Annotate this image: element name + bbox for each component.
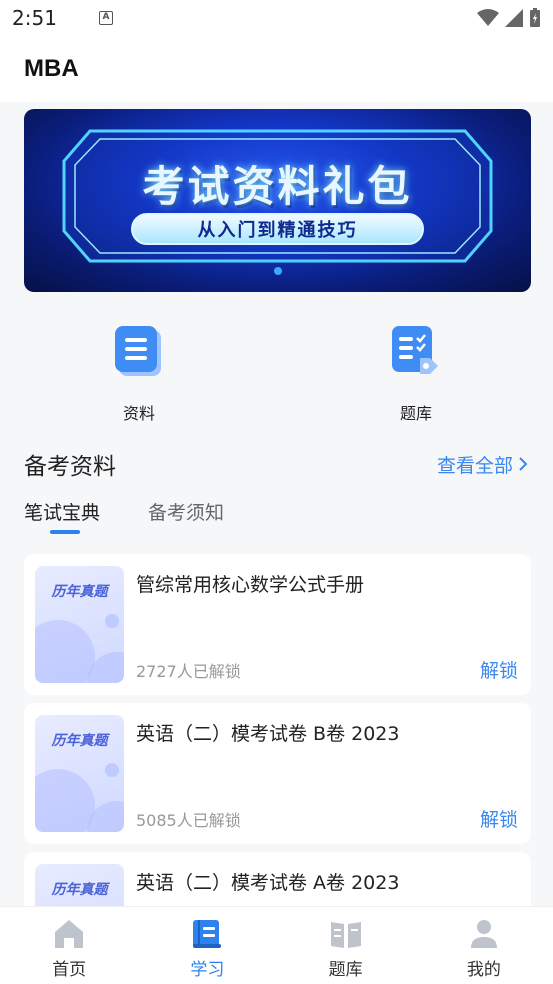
view-all-link[interactable]: 查看全部 — [437, 451, 529, 478]
page-title: MBA — [24, 55, 79, 82]
battery-icon — [530, 8, 540, 27]
chevron-right-icon — [519, 457, 528, 471]
document-list-icon — [115, 326, 161, 376]
card-thumbnail: 历年真题 — [35, 715, 124, 832]
tab-written-exam[interactable]: 笔试宝典 — [24, 498, 100, 538]
nav-item-study[interactable]: 学习 — [138, 907, 276, 984]
section-title: 备考资料 — [24, 454, 116, 480]
card-title: 管综常用核心数学公式手册 — [136, 574, 365, 596]
quick-item-question-bank[interactable]: 题库 — [366, 318, 466, 424]
card-title: 英语（二）模考试卷 A卷 2023 — [136, 872, 400, 894]
material-tabs: 笔试宝典 备考须知 — [24, 498, 224, 538]
nav-label-question-bank: 题库 — [328, 960, 363, 980]
home-icon — [55, 920, 84, 948]
nav-item-home[interactable]: 首页 — [0, 907, 138, 984]
banner-title: 考试资料礼包 — [142, 162, 413, 211]
quick-entries: 资料 题库 — [0, 318, 553, 423]
status-time: 2:51 — [12, 6, 57, 30]
keyboard-icon: A — [98, 11, 113, 25]
quick-item-materials[interactable]: 资料 — [89, 318, 189, 424]
signal-icon — [505, 9, 523, 27]
bottom-nav: 首页 学习 题库 我的 — [0, 906, 553, 984]
tab-exam-notice[interactable]: 备考须知 — [148, 498, 224, 538]
quick-label-materials: 资料 — [122, 404, 155, 423]
card-thumbnail: 历年真题 — [35, 566, 124, 683]
tab-exam-notice-label: 备考须知 — [148, 502, 225, 524]
unlock-button[interactable]: 解锁 — [480, 656, 518, 683]
user-icon — [470, 920, 497, 948]
promo-banner[interactable]: 考试资料礼包 从入门到精通技巧 — [24, 109, 531, 292]
unlock-count: 5085人已解锁 — [136, 811, 241, 830]
nav-label-profile: 我的 — [466, 960, 501, 980]
book-icon — [193, 920, 222, 948]
nav-label-home: 首页 — [52, 960, 87, 980]
carousel-indicator — [274, 267, 282, 275]
wifi-icon — [477, 9, 499, 26]
thumbnail-label: 历年真题 — [51, 733, 108, 749]
app-header: MBA — [0, 36, 553, 102]
nav-label-study: 学习 — [190, 960, 225, 980]
section-header: 备考资料 查看全部 — [24, 444, 529, 484]
nav-item-question-bank[interactable]: 题库 — [277, 907, 415, 984]
unlock-button[interactable]: 解锁 — [480, 805, 518, 832]
thumbnail-label: 历年真题 — [51, 584, 108, 600]
unlock-count: 2727人已解锁 — [136, 662, 241, 681]
tab-active-indicator — [50, 530, 80, 534]
checklist-icon — [392, 326, 438, 374]
material-card[interactable]: 历年真题 英语（二）模考试卷 B卷 2023 5085人已解锁 解锁 — [24, 703, 531, 844]
status-bar: 2:51 A — [0, 0, 553, 36]
nav-item-profile[interactable]: 我的 — [415, 907, 553, 984]
tab-written-exam-label: 笔试宝典 — [24, 502, 101, 524]
thumbnail-label: 历年真题 — [51, 882, 108, 898]
material-card[interactable]: 历年真题 管综常用核心数学公式手册 2727人已解锁 解锁 — [24, 554, 531, 695]
banner-subtitle: 从入门到精通技巧 — [131, 213, 424, 245]
card-title: 英语（二）模考试卷 B卷 2023 — [136, 723, 400, 745]
view-all-label: 查看全部 — [436, 454, 513, 477]
open-book-icon — [330, 922, 361, 948]
quick-label-question-bank: 题库 — [399, 404, 432, 423]
